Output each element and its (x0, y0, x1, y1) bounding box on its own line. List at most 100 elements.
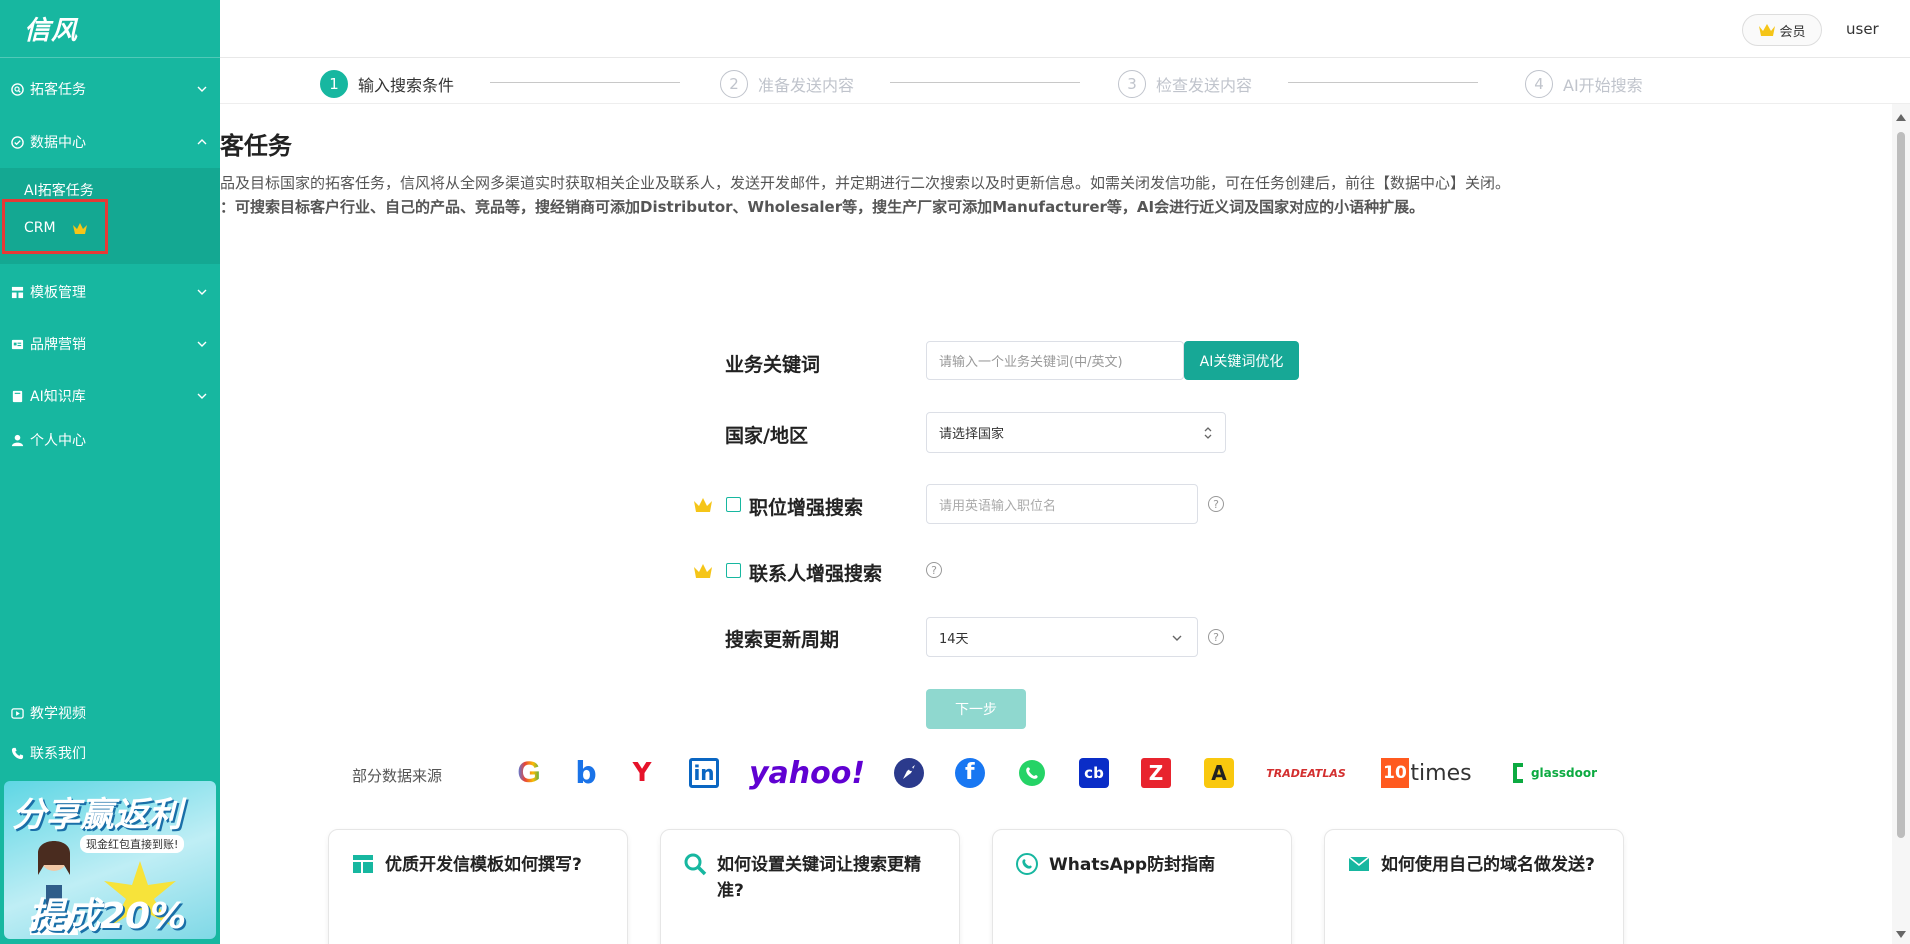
sidebar-item-tutorials[interactable]: 教学视频 (0, 691, 220, 735)
page-tip: ：可搜索目标客户行业、自己的产品、竞品等，搜经销商可添加Distributor、… (220, 198, 1425, 216)
phone-icon (10, 746, 24, 760)
crown-icon (694, 564, 712, 578)
position-boost-label: 职位增强搜索 (749, 497, 864, 519)
tradeatlas-logo: TRADEATLAS (1266, 766, 1346, 780)
step-number: 1 (320, 70, 348, 98)
scroll-thumb[interactable] (1897, 132, 1905, 838)
update-cycle-value: 14天 (939, 631, 969, 647)
glassdoor-icon (1512, 763, 1523, 783)
update-cycle-select[interactable]: 14天 (926, 617, 1198, 657)
select-arrows-icon (1204, 427, 1212, 439)
promo-title: 分享赢返利 (12, 795, 182, 835)
bing-logo: b (575, 755, 597, 791)
zoominfo-logo: Z (1141, 758, 1171, 788)
help-card-keywords[interactable]: 如何设置关键词让搜索更精准? (660, 829, 960, 944)
step-divider (490, 82, 680, 83)
step-2: 2 准备发送内容 (720, 70, 854, 98)
sidebar-item-contact[interactable]: 联系我们 (0, 731, 220, 775)
step-number: 3 (1118, 70, 1146, 98)
scroll-up-arrow-icon[interactable] (1896, 114, 1906, 121)
keyword-label: 业务关键词 (725, 354, 821, 376)
10times-logo-text: times (1410, 760, 1472, 786)
member-label: 会员 (1779, 24, 1806, 40)
step-divider (890, 82, 1080, 83)
referral-promo-banner[interactable]: 分享赢返利 现金红包直接到账! 提成20% (4, 781, 216, 939)
promo-tagline: 提成20% (28, 896, 187, 937)
help-icon[interactable]: ? (1208, 629, 1224, 645)
sidebar-item-prospect-tasks[interactable]: 拓客任务 (0, 67, 220, 111)
sidebar-item-brand-marketing[interactable]: 品牌营销 (0, 322, 220, 366)
crown-icon (694, 498, 712, 512)
rocket-logo (893, 756, 925, 790)
chevron-down-icon (197, 393, 207, 399)
whatsapp-icon (1019, 760, 1045, 786)
sidebar-item-data-center[interactable]: 数据中心 (0, 120, 220, 164)
whatsapp-logo (1017, 756, 1047, 790)
step-label: 准备发送内容 (758, 76, 855, 95)
step-1: 1 输入搜索条件 (320, 70, 454, 98)
step-label: 检查发送内容 (1156, 76, 1253, 95)
sidebar-item-label: 模板管理 (30, 285, 86, 301)
sidebar-item-label: 拓客任务 (30, 82, 86, 98)
sidebar-item-label: 品牌营销 (30, 337, 86, 353)
crm-highlight-box (2, 199, 108, 254)
book-icon (10, 389, 24, 403)
contact-boost-checkbox[interactable] (726, 563, 741, 578)
update-cycle-label: 搜索更新周期 (725, 629, 840, 651)
user-icon (10, 433, 24, 447)
step-divider (1288, 82, 1478, 83)
apollo-logo: A (1204, 758, 1234, 788)
layout-icon (10, 285, 24, 299)
country-label: 国家/地区 (725, 425, 808, 447)
position-boost-checkbox[interactable] (726, 497, 741, 512)
step-number: 4 (1525, 70, 1553, 98)
sidebar-item-profile[interactable]: 个人中心 (0, 418, 220, 462)
page-title: 客任务 (220, 132, 292, 160)
vertical-scrollbar[interactable] (1892, 104, 1910, 944)
whatsapp-icon (1016, 853, 1038, 875)
sidebar-item-label: 数据中心 (30, 135, 86, 151)
chevron-down-icon (1172, 635, 1182, 641)
ai-keyword-optimize-button[interactable]: AI关键词优化 (1184, 341, 1299, 380)
help-card-whatsapp[interactable]: WhatsApp防封指南 (992, 829, 1292, 944)
step-label: AI开始搜索 (1563, 76, 1643, 95)
sidebar-item-label: 联系我们 (30, 746, 86, 762)
next-step-button[interactable]: 下一步 (926, 689, 1026, 729)
promo-subtitle: 现金红包直接到账! (80, 835, 185, 853)
chevron-down-icon (197, 289, 207, 295)
chevron-down-icon (197, 341, 207, 347)
member-button[interactable]: 会员 (1742, 14, 1822, 46)
top-header (220, 0, 1910, 58)
check-circle-icon (10, 135, 24, 149)
step-4: 4 AI开始搜索 (1525, 70, 1643, 98)
help-icon[interactable]: ? (926, 562, 942, 578)
step-label: 输入搜索条件 (358, 76, 455, 95)
facebook-logo: f (954, 756, 986, 790)
sidebar-item-ai-knowledge[interactable]: AI知识库 (0, 374, 220, 418)
step-3: 3 检查发送内容 (1118, 70, 1252, 98)
crown-icon (1759, 24, 1776, 36)
template-icon (353, 855, 373, 873)
help-card-template[interactable]: 优质开发信模板如何撰写? (328, 829, 628, 944)
step-indicator: 1 输入搜索条件 2 准备发送内容 3 检查发送内容 4 AI开始搜索 (220, 58, 1910, 104)
sidebar: 信风 拓客任务 数据中心 AI拓客任务 CRM 模板管理 品牌营销 AI知识库 … (0, 0, 220, 944)
help-card-domain[interactable]: 如何使用自己的域名做发送? (1324, 829, 1624, 944)
step-number: 2 (720, 70, 748, 98)
linkedin-logo: in (689, 758, 719, 788)
submenu-item-ai-tasks[interactable]: AI拓客任务 (24, 180, 94, 200)
scroll-down-arrow-icon[interactable] (1896, 931, 1906, 938)
position-input[interactable]: 请用英语输入职位名 (926, 484, 1198, 524)
keyword-input[interactable]: 请输入一个业务关键词(中/英文) (926, 341, 1184, 380)
user-menu[interactable]: user (1846, 20, 1879, 38)
mail-icon (1348, 856, 1370, 871)
country-select-value: 请选择国家 (939, 427, 1005, 442)
app-logo[interactable]: 信风 (0, 0, 220, 58)
help-icon[interactable]: ? (1208, 496, 1224, 512)
help-card-title: 如何使用自己的域名做发送? (1381, 855, 1595, 875)
chevron-up-icon (197, 139, 207, 145)
country-select[interactable]: 请选择国家 (926, 412, 1226, 453)
sidebar-item-label: 教学视频 (30, 706, 86, 722)
sidebar-item-templates[interactable]: 模板管理 (0, 270, 220, 314)
crunchbase-logo: cb (1079, 758, 1109, 788)
search-circle-icon (10, 82, 24, 96)
